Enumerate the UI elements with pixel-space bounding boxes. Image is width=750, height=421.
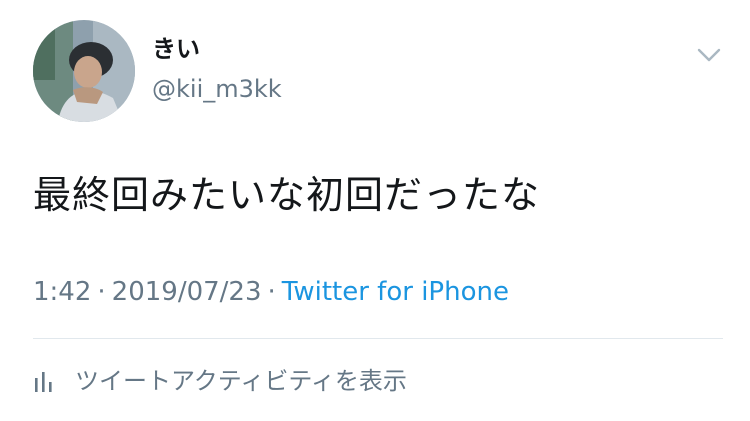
tweet-source-link[interactable]: Twitter for iPhone — [282, 277, 509, 307]
meta-separator: · — [97, 277, 106, 307]
display-name[interactable]: きい — [152, 34, 200, 64]
tweet-text: 最終回みたいな初回だったな — [33, 173, 541, 217]
avatar-image — [33, 20, 135, 122]
tweet-card: きい @kii_m3kk 最終回みたいな初回だったな 1:42 · 2019/07/… — [0, 0, 750, 421]
meta-separator: · — [267, 277, 276, 307]
tweet-metadata: 1:42 · 2019/07/23 · Twitter for iPhone — [33, 274, 509, 310]
bar-chart-icon — [33, 368, 57, 394]
user-handle[interactable]: @kii_m3kk — [152, 74, 282, 104]
avatar[interactable] — [33, 20, 135, 122]
divider — [33, 338, 723, 339]
chevron-down-icon[interactable] — [694, 44, 724, 66]
tweet-date[interactable]: 2019/07/23 — [112, 277, 262, 307]
tweet-time[interactable]: 1:42 — [33, 277, 91, 307]
activity-label: ツイートアクティビティを表示 — [75, 367, 407, 395]
view-tweet-activity-button[interactable]: ツイートアクティビティを表示 — [33, 364, 407, 398]
